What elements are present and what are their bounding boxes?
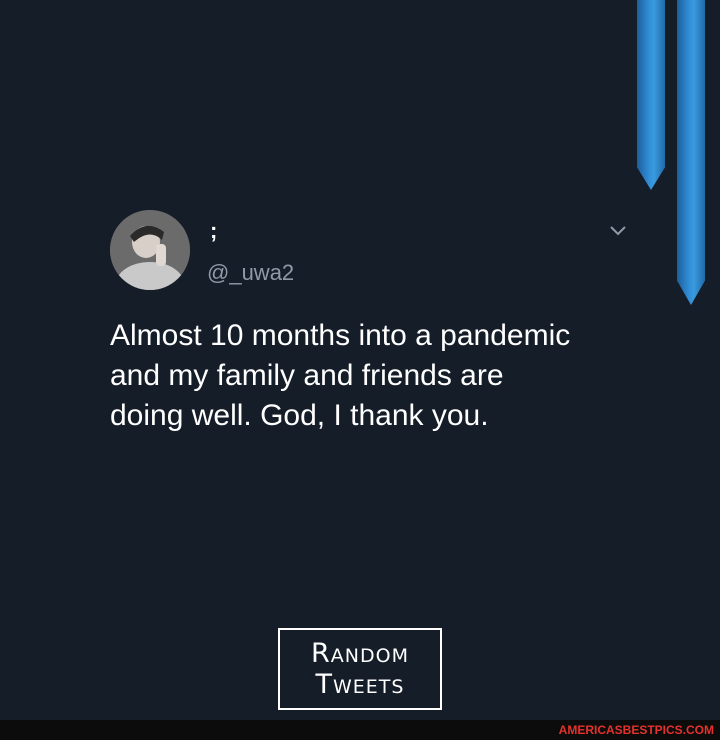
blue-ribbon-decoration — [677, 0, 705, 305]
watermark-line-2: Tweets — [315, 669, 405, 700]
blue-ribbon-decoration — [637, 0, 665, 190]
user-avatar-icon — [110, 210, 190, 290]
watermark-line-1: Random — [311, 638, 409, 669]
tweet-text: Almost 10 months into a pandemic and my … — [110, 319, 571, 432]
avatar[interactable] — [110, 210, 190, 290]
site-watermark: AMERICASBESTPICS.COM — [558, 723, 714, 737]
display-name[interactable]: ; — [210, 218, 217, 244]
user-handle[interactable]: @_uwa2 — [207, 260, 294, 286]
footer-bar: AMERICASBESTPICS.COM — [0, 720, 720, 740]
random-tweets-watermark: Random Tweets — [278, 628, 442, 710]
chevron-down-icon[interactable] — [608, 224, 628, 238]
